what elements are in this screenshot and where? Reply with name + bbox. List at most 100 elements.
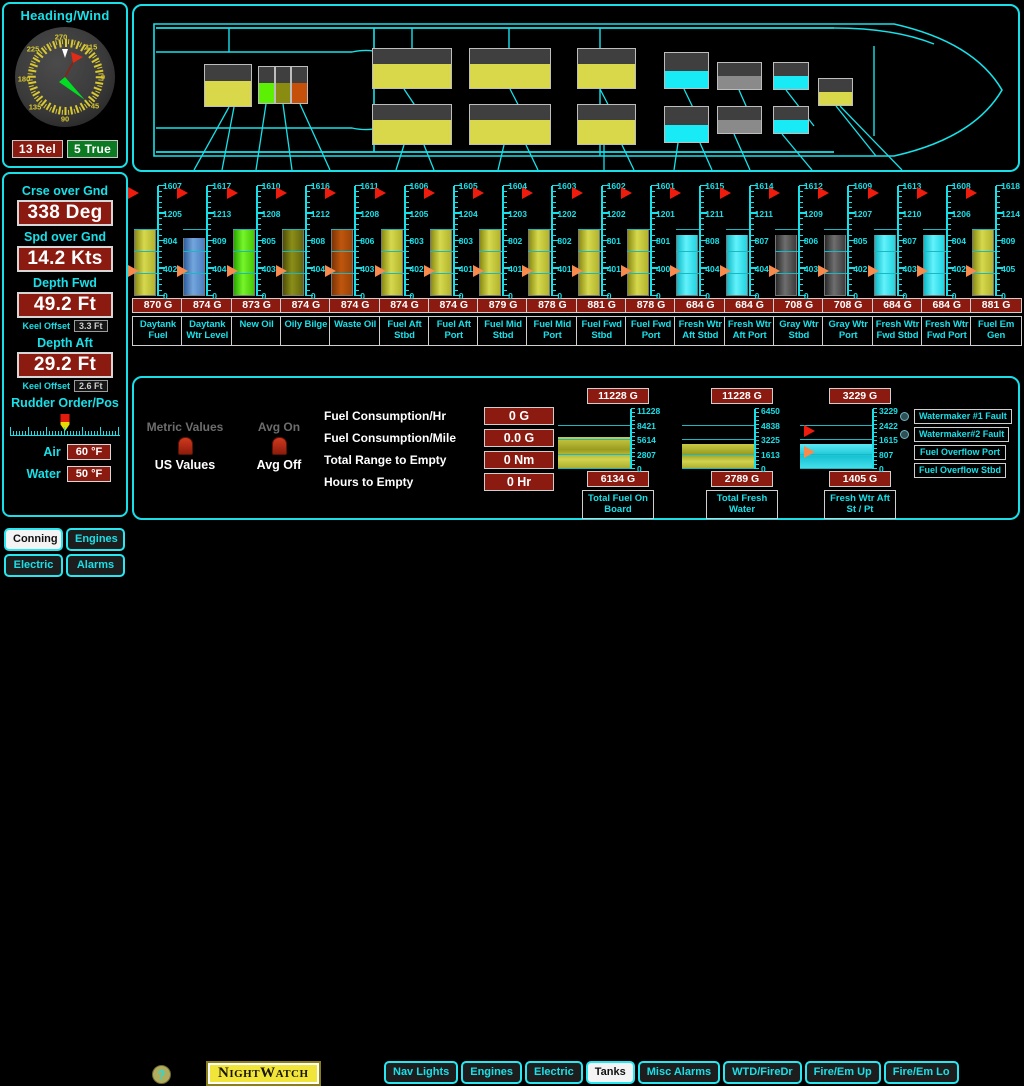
nav-button-electric[interactable]: Electric: [4, 554, 63, 577]
tank-gauge[interactable]: 1607 1205 804 402 0 870 G Daytank Fuel: [128, 176, 188, 346]
tank-scale-label: 404: [310, 263, 326, 274]
ship-tank-box[interactable]: [664, 106, 709, 143]
tank-gauge[interactable]: 1618 1214 809 405 0 881 G Fuel Em Gen: [966, 176, 1024, 346]
tank-label[interactable]: Waste Oil: [329, 316, 382, 346]
nav-button-conning[interactable]: Conning: [4, 528, 63, 551]
tab-fire-em-lo[interactable]: Fire/Em Lo: [883, 1061, 959, 1084]
tank-gauge[interactable]: 1604 1203 802 401 0 879 G Fuel Mid Stbd: [473, 176, 533, 346]
tank-low-alarm-marker: [275, 265, 287, 278]
tab-tanks[interactable]: Tanks: [585, 1061, 635, 1084]
total-gauge-label[interactable]: Total Fuel On Board: [582, 490, 654, 519]
ship-tank-fill: [578, 63, 635, 88]
tank-gridline: [774, 251, 799, 252]
nav-button-engines[interactable]: Engines: [66, 528, 125, 551]
ship-tank-box[interactable]: [204, 64, 252, 107]
tab-electric[interactable]: Electric: [525, 1061, 583, 1084]
tank-label[interactable]: Fuel Mid Stbd: [477, 316, 530, 346]
tank-label[interactable]: Fuel Aft Stbd: [378, 316, 431, 346]
tank-gauge[interactable]: 1601 1201 801 400 0 878 G Fuel Fwd Port: [621, 176, 681, 346]
alarm-row[interactable]: Watermaker#2 Fault: [900, 427, 1012, 442]
ship-tank-empty: [578, 105, 635, 120]
tank-gauge[interactable]: 1616 1212 808 404 0 874 G Oily Bilge: [275, 176, 336, 346]
ship-tank-box[interactable]: [469, 48, 551, 89]
ship-tank-box[interactable]: [577, 104, 636, 145]
tank-gauge[interactable]: 1612 1209 806 403 0 708 G Gray Wtr Stbd: [768, 176, 829, 346]
help-icon[interactable]: ?: [152, 1065, 171, 1084]
ship-tank-box[interactable]: [372, 104, 452, 145]
tank-gauge[interactable]: 1613 1210 807 403 0 684 G Fresh Wtr Fwd Stbd: [867, 176, 928, 346]
total-gauge-label[interactable]: Fresh Wtr Aft St / Pt: [824, 490, 896, 519]
total-gauge-scale-label: 3225: [761, 435, 780, 445]
total-gauge[interactable]: 11228 G 11228 8421 5614 2807 0 6134 G Total Fue…: [558, 388, 678, 519]
nav-button-alarms[interactable]: Alarms: [66, 554, 125, 577]
ship-tank-fill: [819, 92, 852, 105]
navigation-data-panel: Crse over Gnd 338 Deg Spd over Gnd 14.2 …: [2, 172, 128, 517]
ship-tank-box[interactable]: [717, 106, 762, 134]
alarm-led-icon: [900, 412, 909, 421]
ship-tank-empty: [470, 49, 550, 64]
ship-tank-box[interactable]: [291, 66, 308, 104]
ship-tank-box[interactable]: [664, 52, 709, 89]
tank-low-alarm-marker: [374, 265, 386, 278]
ship-tank-box[interactable]: [275, 66, 291, 104]
ship-tank-box[interactable]: [469, 104, 551, 145]
tank-gauge[interactable]: 1615 1211 808 404 0 684 G Fresh Wtr Aft Stbd: [670, 176, 730, 346]
tab-fire-em-up[interactable]: Fire/Em Up: [804, 1061, 881, 1084]
ship-tank-box[interactable]: [258, 66, 275, 104]
tank-gauge[interactable]: 1617 1213 809 404 0 874 G Daytank Wtr Level: [177, 176, 237, 346]
total-gauge-label[interactable]: Total Fresh Water: [706, 490, 778, 519]
total-gauge-capacity: 11228 G: [711, 388, 773, 404]
ship-tank-box[interactable]: [577, 48, 636, 89]
tank-label[interactable]: Daytank Fuel: [132, 316, 184, 346]
tank-high-alarm-marker: [522, 187, 534, 200]
tank-gauge[interactable]: 1606 1205 803 402 0 874 G Fuel Aft Stbd: [374, 176, 435, 346]
alarm-row[interactable]: Fuel Overflow Port: [900, 445, 1012, 460]
rudder-tick: [85, 431, 86, 436]
tank-label[interactable]: Fresh Wtr Aft Port: [723, 316, 776, 346]
tank-label[interactable]: Fuel Aft Port: [427, 316, 480, 346]
alarm-row[interactable]: Watermaker #1 Fault: [900, 409, 1012, 424]
tank-label[interactable]: Gray Wtr Stbd: [772, 316, 825, 346]
tank-scale-label: 401: [557, 263, 572, 274]
tank-gauge[interactable]: 1602 1202 801 401 0 881 G Fuel Fwd Stbd: [571, 176, 632, 346]
tab-wtd-firedr[interactable]: WTD/FireDr: [723, 1061, 802, 1084]
tank-gauge[interactable]: 1611 1208 806 403 0 874 G Waste Oil: [325, 176, 385, 346]
tank-gauge[interactable]: 1609 1207 805 402 0 708 G Gray Wtr Port: [818, 176, 878, 346]
ship-tank-box[interactable]: [773, 62, 809, 90]
tank-gauge[interactable]: 1608 1206 804 402 0 684 G Fresh Wtr Fwd Port: [916, 176, 977, 346]
tab-engines[interactable]: Engines: [461, 1061, 523, 1084]
tank-gridline: [824, 229, 849, 230]
total-gauge[interactable]: 11228 G 6450 4838 3225 1613 0 2789 G Total Fres…: [682, 388, 802, 519]
total-gauge-tube: [682, 411, 754, 469]
ship-tank-box[interactable]: [372, 48, 452, 89]
tank-gauge[interactable]: 1605 1204 803 401 0 874 G Fuel Aft Port: [423, 176, 484, 346]
avg-toggle[interactable]: Avg On Avg Off: [234, 420, 324, 472]
tank-label[interactable]: Fresh Wtr Fwd Stbd: [871, 316, 924, 346]
tab-misc-alarms[interactable]: Misc Alarms: [637, 1061, 721, 1084]
tank-label[interactable]: Daytank Wtr Level: [181, 316, 234, 346]
alarm-led-icon: [900, 448, 909, 457]
total-gauge-scale-label: 807: [879, 449, 894, 460]
metric-values-toggle[interactable]: Metric Values US Values: [140, 420, 230, 472]
alarm-row[interactable]: Fuel Overflow Stbd: [900, 463, 1012, 478]
tank-gauge[interactable]: 1603 1202 802 401 0 878 G Fuel Mid Port: [522, 176, 582, 346]
ship-tank-box[interactable]: [818, 78, 853, 106]
ship-tank-fill: [578, 119, 635, 144]
tank-gauge[interactable]: 1614 1211 807 404 0 684 G Fresh Wtr Aft Port: [719, 176, 780, 346]
tank-label[interactable]: Fuel Mid Port: [526, 316, 579, 346]
tank-gauges-panel: 1607 1205 804 402 0 870 G Daytank Fuel 1617 1213…: [128, 176, 1023, 371]
tank-label[interactable]: Fresh Wtr Aft Stbd: [674, 316, 727, 346]
tab-nav-lights[interactable]: Nav Lights: [384, 1061, 459, 1084]
ship-tank-box[interactable]: [773, 106, 809, 134]
tank-gauge[interactable]: 1610 1208 805 403 0 873 G New Oil: [226, 176, 287, 346]
tank-label[interactable]: Fuel Em Gen: [970, 316, 1023, 346]
ship-tank-box[interactable]: [717, 62, 762, 90]
tank-label[interactable]: Gray Wtr Port: [822, 316, 875, 346]
tank-label[interactable]: Fuel Fwd Port: [625, 316, 677, 346]
tank-label[interactable]: Oily Bilge: [279, 316, 332, 346]
tank-scale-label: 0: [261, 291, 267, 301]
tank-label[interactable]: Fresh Wtr Fwd Port: [920, 316, 973, 346]
tank-scale-label: 0: [853, 291, 858, 301]
tank-label[interactable]: Fuel Fwd Stbd: [575, 316, 628, 346]
tank-label[interactable]: New Oil: [230, 316, 283, 346]
